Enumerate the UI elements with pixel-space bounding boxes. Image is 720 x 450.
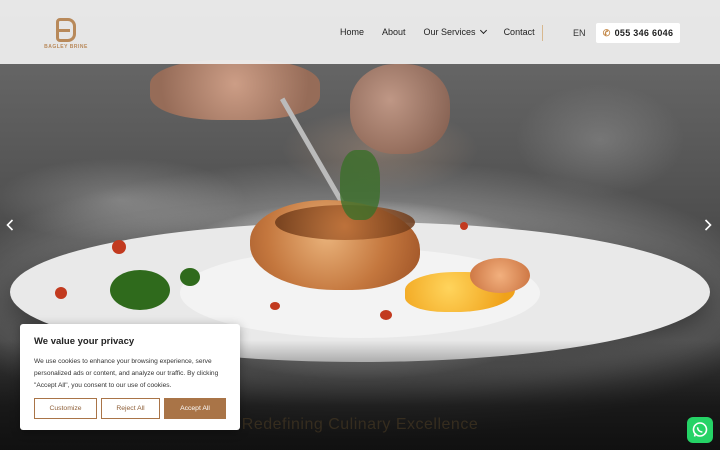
nav-home[interactable]: Home — [340, 27, 364, 37]
cookie-title: We value your privacy — [34, 336, 135, 347]
site-logo[interactable]: BAGLEY BRINE — [44, 18, 88, 52]
herb-garnish — [180, 268, 200, 286]
sauce-dot — [460, 222, 468, 230]
accept-all-button[interactable]: Accept All — [164, 398, 226, 419]
phone-number: 055 346 6046 — [614, 28, 674, 38]
phone-icon: ✆ — [602, 27, 611, 38]
slider-prev-button[interactable] — [6, 219, 16, 231]
sauce-dot — [55, 287, 67, 299]
rosemary-sprig — [340, 150, 380, 220]
chevron-right-icon — [704, 219, 712, 231]
nav-our-services-label: Our Services — [423, 27, 476, 37]
site-header: BAGLEY BRINE Home About Our Services Con… — [0, 0, 720, 64]
chevron-left-icon — [6, 219, 14, 231]
whatsapp-icon — [692, 422, 708, 437]
slider-next-button[interactable] — [704, 219, 714, 231]
cookie-consent-banner: We value your privacy We use cookies to … — [20, 324, 240, 430]
phone-button[interactable]: ✆ 055 346 6046 — [596, 23, 680, 43]
nav-about[interactable]: About — [382, 27, 406, 37]
logo-text: BAGLEY BRINE — [44, 44, 88, 50]
main-nav: Home About Our Services Contact — [340, 26, 553, 37]
nav-divider — [542, 25, 543, 41]
chef-hand-right — [350, 64, 450, 154]
chef-hand — [150, 60, 320, 120]
cookie-buttons: Customize Reject All Accept All — [34, 398, 226, 419]
nav-contact[interactable]: Contact — [504, 27, 535, 37]
customize-button[interactable]: Customize — [34, 398, 97, 419]
shrimp-garnish — [470, 258, 530, 293]
herb-garnish — [110, 270, 170, 310]
cookie-text: We use cookies to enhance your browsing … — [34, 358, 219, 389]
nav-our-services[interactable]: Our Services — [423, 26, 487, 37]
sauce-dot — [380, 310, 392, 320]
language-switcher[interactable]: EN — [573, 28, 586, 38]
logo-mark — [56, 18, 76, 42]
reject-all-button[interactable]: Reject All — [101, 398, 160, 419]
sauce-dot — [112, 240, 126, 254]
chevron-down-icon — [479, 26, 487, 35]
whatsapp-button[interactable] — [687, 417, 713, 443]
sauce-dot — [270, 302, 280, 310]
